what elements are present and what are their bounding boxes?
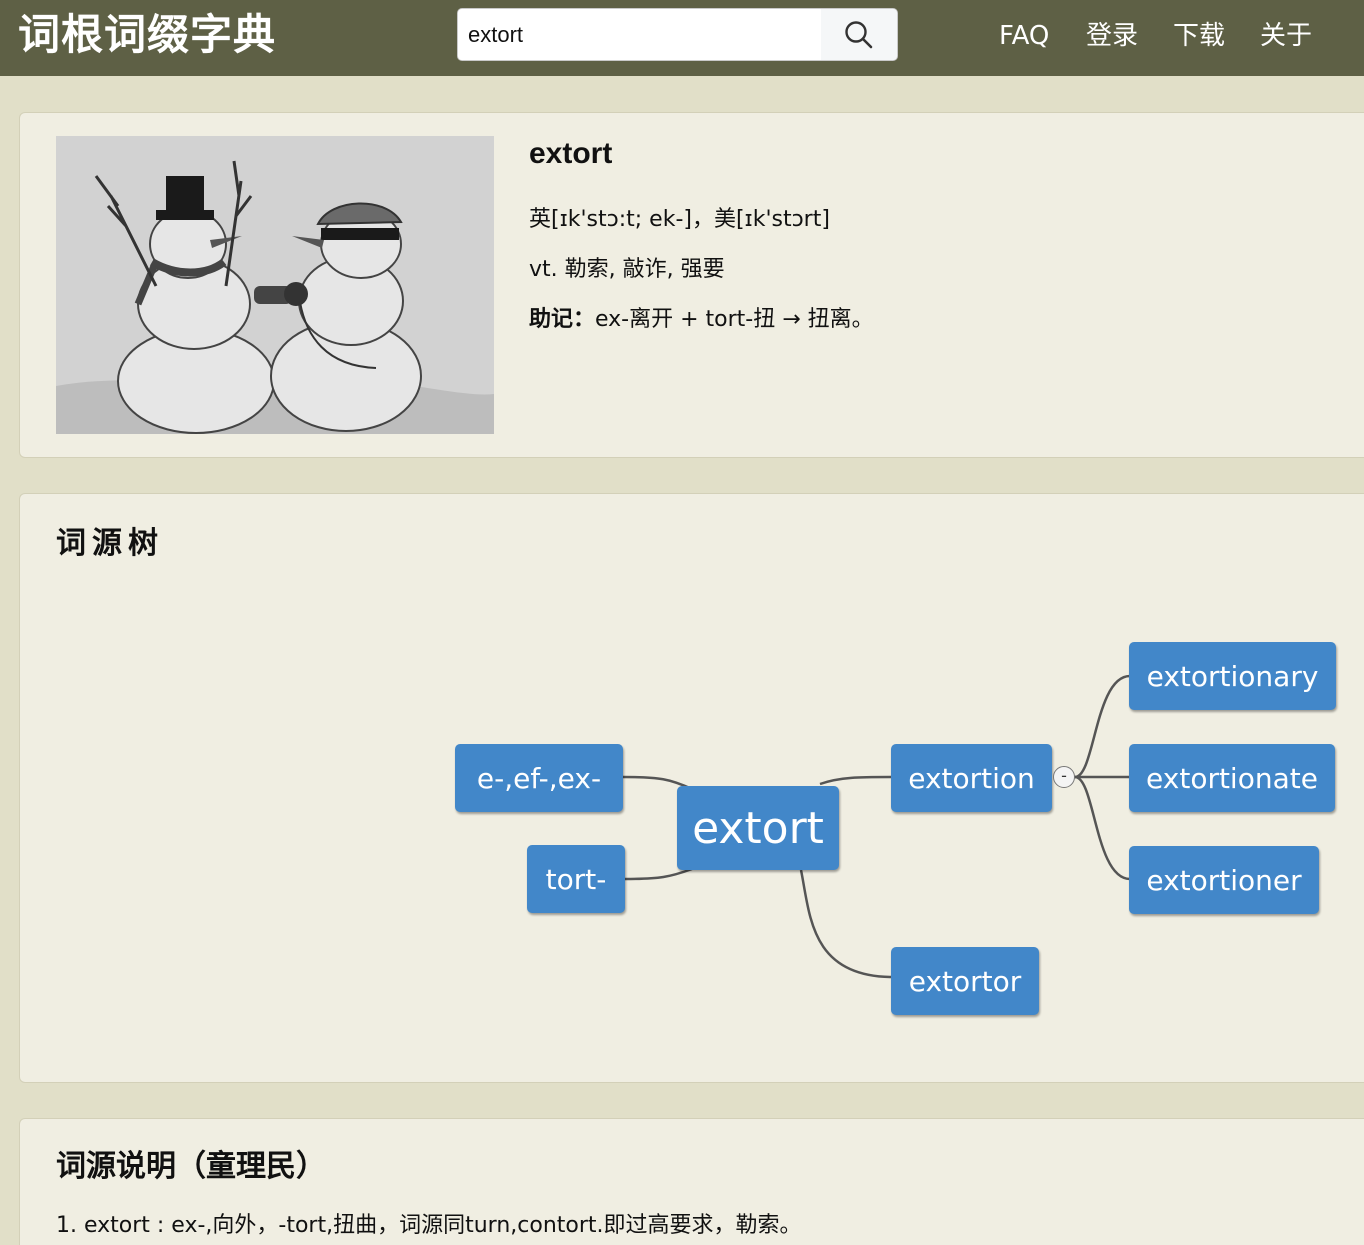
etymology-tree-card: 词源树 e-,ef-,ex- tort- extort extortion ex… (19, 493, 1364, 1083)
search-input[interactable] (458, 9, 822, 60)
tree-node-root-tort[interactable]: tort- (527, 845, 625, 913)
site-logo[interactable]: 词根词缀字典 (18, 6, 276, 64)
word-meaning: vt. 勒索, 敲诈, 强要 (529, 257, 725, 282)
tree-node-extortioner[interactable]: extortioner (1129, 846, 1319, 914)
collapse-toggle[interactable]: - (1053, 766, 1075, 788)
mnemonic: 助记：ex-离开 + tort-扭 → 扭离。 (529, 301, 874, 333)
tree-node-extortion[interactable]: extortion (891, 744, 1052, 812)
nav-login[interactable]: 登录 (1086, 16, 1138, 56)
search-button[interactable] (821, 9, 897, 60)
nav-about[interactable]: 关于 (1260, 16, 1312, 56)
nav-faq[interactable]: FAQ (999, 16, 1049, 56)
tree-node-extort[interactable]: extort (677, 786, 839, 870)
nav-download[interactable]: 下载 (1173, 16, 1225, 56)
etymology-line-1: 1. extort : ex-,向外，-tort,扭曲，词源同turn,cont… (56, 1213, 802, 1238)
pronunciation: 英[ɪk'stɔ:t; ek-]，美[ɪk'stɔrt] (529, 207, 830, 232)
tree-node-extortor[interactable]: extortor (891, 947, 1039, 1015)
tree-node-extortionate[interactable]: extortionate (1129, 744, 1335, 812)
etymology-title: 词源说明（童理民） (56, 1149, 326, 1184)
word-card: extort 英[ɪk'stɔ:t; ek-]，美[ɪk'stɔrt] vt. … (19, 112, 1364, 458)
search-box (457, 8, 898, 61)
top-nav-bar: 词根词缀字典 FAQ 登录 下载 关于 (0, 0, 1364, 76)
mnemonic-label: 助记： (529, 307, 596, 332)
word-title: extort (529, 137, 613, 170)
mnemonic-text: ex-离开 + tort-扭 → 扭离。 (595, 307, 874, 332)
search-icon (845, 20, 873, 48)
snowmen-cartoon-image (56, 136, 494, 434)
tree-node-extortionary[interactable]: extortionary (1129, 642, 1336, 710)
etymology-explanation-card: 词源说明（童理民） 1. extort : ex-,向外，-tort,扭曲，词源… (19, 1118, 1364, 1245)
word-illustration (56, 136, 494, 434)
tree-node-prefix-ex[interactable]: e-,ef-,ex- (455, 744, 623, 812)
